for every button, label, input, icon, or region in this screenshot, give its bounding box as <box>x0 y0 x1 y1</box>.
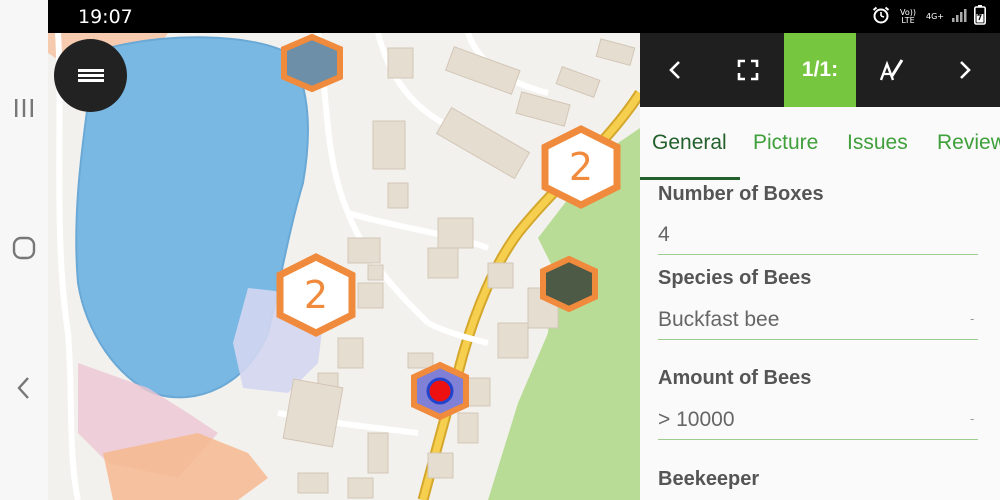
chevron-left-icon <box>669 61 680 79</box>
amount-select[interactable]: > 10000 <box>658 408 735 432</box>
fullscreen-button[interactable] <box>712 33 784 107</box>
next-button[interactable] <box>928 33 1000 107</box>
status-bar: 19:07 Vo)) LTE 4G+ <box>48 0 1000 33</box>
species-select-underline <box>658 339 978 340</box>
species-select[interactable]: Buckfast bee <box>658 308 779 332</box>
map-canvas[interactable] <box>48 33 640 500</box>
boxes-input[interactable]: 4 <box>658 223 670 247</box>
edit-button[interactable] <box>856 33 928 107</box>
panel-tabs: General Picture Issues Review <box>640 107 1000 181</box>
home-icon[interactable] <box>0 218 48 278</box>
boxes-input-underline <box>658 254 978 255</box>
tab-review[interactable]: Review <box>937 131 1000 155</box>
beekeeper-label: Beekeeper <box>658 468 760 490</box>
cluster-count-1: 2 <box>568 145 594 189</box>
recent-apps-icon[interactable] <box>0 78 48 138</box>
amount-dropdown-icon[interactable]: - <box>970 411 974 426</box>
panel-toolbar: 1/1: <box>640 33 1000 107</box>
tab-issues[interactable]: Issues <box>847 131 908 155</box>
volte-label: Vo)) LTE <box>900 8 916 25</box>
alarm-icon <box>872 6 890 29</box>
species-label: Species of Bees <box>658 267 812 289</box>
map-view[interactable]: 2 2 <box>48 33 640 500</box>
battery-icon <box>974 4 986 30</box>
android-nav-bar <box>0 0 48 500</box>
detail-panel: 1/1: General Picture Issues Review Numbe… <box>640 33 1000 500</box>
hive-marker-dark[interactable] <box>540 255 598 313</box>
selected-hive-dot <box>426 377 454 405</box>
status-time: 19:07 <box>78 6 133 28</box>
boxes-label: Number of Boxes <box>658 183 824 205</box>
tab-general[interactable]: General <box>652 131 727 155</box>
back-icon[interactable] <box>0 358 48 418</box>
previous-button[interactable] <box>640 33 712 107</box>
cluster-count-2: 2 <box>303 273 329 317</box>
edit-text-icon <box>879 59 904 81</box>
chevron-right-icon <box>960 61 971 79</box>
page-indicator-button[interactable]: 1/1: <box>784 33 856 107</box>
fullscreen-icon <box>737 59 759 81</box>
hive-marker-blue[interactable] <box>281 33 343 93</box>
hamburger-menu-icon <box>77 67 104 84</box>
app-screen: 19:07 Vo)) LTE 4G+ 2 2 1/1: General Pict… <box>0 0 1000 500</box>
network-type-label: 4G+ <box>926 12 944 21</box>
tab-picture[interactable]: Picture <box>753 131 818 155</box>
amount-select-underline <box>658 439 978 440</box>
species-dropdown-icon[interactable]: - <box>970 311 974 326</box>
menu-button[interactable] <box>54 39 127 112</box>
active-tab-indicator <box>640 177 740 180</box>
amount-label: Amount of Bees <box>658 367 812 389</box>
signal-icon <box>951 7 967 28</box>
